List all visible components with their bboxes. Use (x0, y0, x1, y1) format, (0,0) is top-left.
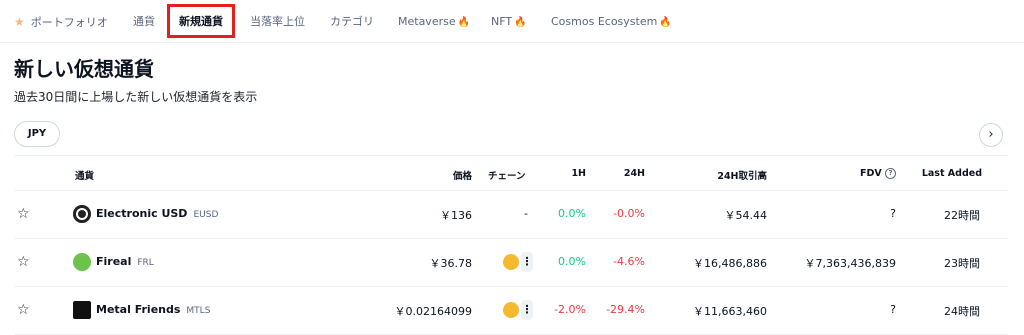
change-1h: 0.0% (558, 255, 586, 268)
volume-24h: ￥54.44 (724, 209, 768, 222)
fire-icon: 🔥 (659, 17, 672, 28)
coin-name[interactable]: Fireal FRL (96, 255, 154, 268)
info-icon[interactable]: ? (885, 168, 896, 179)
coin-name-text: Electronic USD (96, 207, 188, 220)
header-price[interactable]: 価格 (453, 168, 472, 182)
table-row[interactable]: ☆ Electronic USD EUSD ￥136 - 0.0% -0.0% ￥… (14, 191, 1008, 239)
tab-metaverse[interactable]: Metaverse 🔥 (398, 15, 470, 30)
coin-logo (73, 205, 91, 223)
tab-top-movers[interactable]: 当落率上位 (250, 15, 305, 29)
last-added: 22時間 (944, 209, 980, 222)
fdv-value: ? (890, 207, 896, 220)
coin-logo (73, 301, 91, 319)
fdv-value: ￥7,363,436,839 (804, 257, 896, 270)
header-24h[interactable]: 24H (624, 168, 645, 179)
coin-symbol: EUSD (193, 210, 219, 220)
last-added: 24時間 (944, 305, 980, 318)
coin-name-text: Metal Friends (96, 303, 181, 316)
header-last-added[interactable]: Last Added (922, 168, 982, 179)
tab-nft[interactable]: NFT 🔥 (491, 15, 527, 30)
tab-label: Cosmos Ecosystem (551, 15, 658, 28)
coin-symbol: FRL (137, 258, 154, 268)
change-24h: -4.6% (613, 255, 645, 268)
watchlist-star-icon[interactable]: ☆ (17, 254, 30, 270)
last-added: 23時間 (944, 257, 980, 270)
star-icon: ★ (14, 15, 25, 29)
page-subtitle: 過去30日間に上場した新しい仮想通貨を表示 (14, 90, 258, 104)
bnb-chain-icon (503, 302, 519, 318)
category-tabs: ★ ポートフォリオ 通貨 新規通貨 当落率上位 カテゴリ Metaverse 🔥 N… (0, 0, 1024, 43)
coin-chain: - (524, 207, 528, 220)
new-coins-table: 通貨 価格 チェーン 1H 24H 24H取引高 FDV ? Last Adde… (14, 155, 1008, 335)
tab-label: ポートフォリオ (30, 16, 108, 29)
tab-label: Metaverse (398, 15, 456, 28)
chevron-right-icon: › (988, 127, 994, 142)
coin-price: ￥36.78 (429, 257, 473, 270)
change-24h: -0.0% (613, 207, 645, 220)
volume-24h: ￥16,486,886 (693, 257, 767, 270)
coin-price: ￥136 (440, 209, 472, 222)
tab-categories[interactable]: カテゴリ (330, 15, 374, 29)
table-row[interactable]: ☆ Fireal FRL ￥36.78 ⋮ 0.0% -4.6% ￥16,486,… (14, 239, 1008, 287)
more-chains-icon[interactable]: ⋮ (521, 300, 533, 320)
more-chains-icon[interactable]: ⋮ (521, 252, 533, 272)
scroll-right-button[interactable]: › (979, 123, 1003, 147)
table-row[interactable]: ☆ Metal Friends MTLS ￥0.02164099 ⋮ -2.0% … (14, 287, 1008, 335)
tab-coins[interactable]: 通貨 (133, 15, 155, 29)
tab-cosmos-ecosystem[interactable]: Cosmos Ecosystem 🔥 (551, 15, 672, 30)
coin-logo (73, 253, 91, 271)
currency-select-button[interactable]: JPY (14, 121, 60, 147)
change-1h: 0.0% (558, 207, 586, 220)
header-coin: 通貨 (75, 171, 95, 182)
header-1h[interactable]: 1H (571, 168, 586, 179)
watchlist-star-icon[interactable]: ☆ (17, 302, 30, 318)
watchlist-star-icon[interactable]: ☆ (17, 206, 30, 222)
tab-portfolio[interactable]: ★ ポートフォリオ (14, 15, 108, 30)
coin-name-text: Fireal (96, 255, 132, 268)
change-1h: -2.0% (554, 303, 586, 316)
header-fdv[interactable]: FDV ? (860, 168, 896, 179)
coin-name[interactable]: Electronic USD EUSD (96, 207, 218, 220)
header-volume[interactable]: 24H取引高 (717, 168, 767, 182)
coin-name[interactable]: Metal Friends MTLS (96, 303, 210, 316)
change-24h: -29.4% (606, 303, 645, 316)
table-header: 通貨 価格 チェーン 1H 24H 24H取引高 FDV ? Last Adde… (14, 155, 1008, 191)
page-title: 新しい仮想通貨 (14, 57, 154, 81)
header-fdv-label: FDV (859, 168, 882, 179)
fire-icon: 🔥 (457, 17, 471, 28)
active-tab-highlight (167, 4, 235, 38)
bnb-chain-icon (503, 254, 519, 270)
coin-price: ￥0.02164099 (394, 305, 472, 318)
fire-icon: 🔥 (514, 17, 527, 28)
coin-symbol: MTLS (186, 306, 211, 316)
fdv-value: ? (890, 303, 896, 316)
volume-24h: ￥11,663,460 (693, 305, 767, 318)
tab-label: NFT (491, 15, 513, 28)
header-chain: チェーン (488, 171, 526, 182)
